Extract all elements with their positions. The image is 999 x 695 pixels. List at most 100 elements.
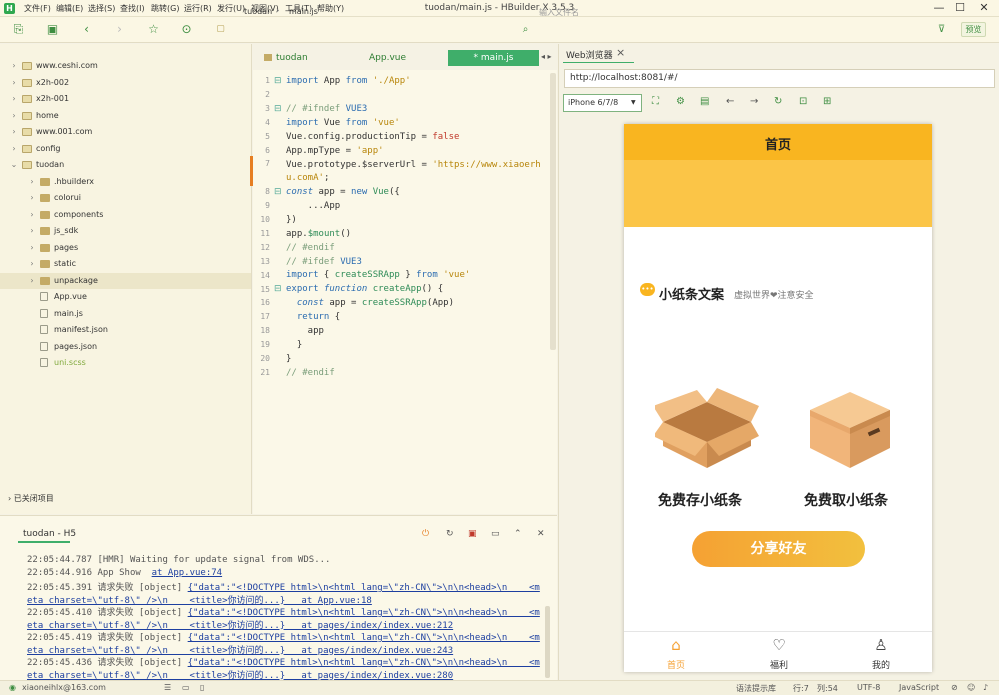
- chevron-right-icon[interactable]: ›: [28, 240, 36, 256]
- tree-item[interactable]: › www.ceshi.com: [0, 58, 251, 74]
- closed-box-icon[interactable]: [806, 384, 894, 470]
- chevron-right-icon[interactable]: ›: [10, 75, 18, 91]
- stop-icon[interactable]: ⏻: [422, 529, 429, 539]
- fold-icon[interactable]: ⊟: [274, 187, 282, 197]
- qrcode-icon[interactable]: ⊞: [823, 96, 831, 107]
- console-settings-icon[interactable]: ▭: [491, 529, 500, 539]
- feedback-icon[interactable]: ☺: [967, 683, 975, 692]
- tree-item[interactable]: › unpackage: [0, 272, 251, 289]
- gear-icon[interactable]: ⚙: [676, 96, 685, 107]
- share-button[interactable]: 分享好友: [692, 531, 865, 567]
- chevron-right-icon[interactable]: ›: [10, 58, 18, 74]
- lock-icon[interactable]: ⊡: [799, 96, 807, 107]
- tree-item[interactable]: App.vue: [0, 289, 251, 305]
- maximize-icon[interactable]: ☐: [952, 1, 968, 15]
- fold-icon[interactable]: ⊟: [274, 76, 282, 86]
- list-icon[interactable]: ☰: [164, 683, 171, 692]
- open-box-icon[interactable]: [655, 384, 759, 470]
- filter-icon[interactable]: ⊽: [933, 21, 950, 38]
- chevron-right-icon[interactable]: ›: [28, 256, 36, 272]
- console-link[interactable]: {"data":"<!DOCTYPE html>\n<html lang=\"z…: [188, 583, 540, 593]
- user-avatar-icon[interactable]: ◉: [9, 683, 16, 692]
- chevron-right-icon[interactable]: ›: [28, 174, 36, 190]
- tab-welfare[interactable]: 福利: [749, 658, 809, 671]
- clear-icon[interactable]: ▣: [468, 529, 477, 539]
- tab-mine[interactable]: 我的: [851, 658, 911, 671]
- back-icon[interactable]: ‹: [78, 21, 95, 38]
- tree-item[interactable]: › x2h-001: [0, 91, 251, 107]
- back-arrow-icon[interactable]: ←: [726, 96, 734, 107]
- save-icon[interactable]: ▣: [44, 21, 61, 38]
- tree-item[interactable]: ⌄ tuodan: [0, 157, 251, 173]
- chevron-right-icon[interactable]: ›: [10, 91, 18, 107]
- close-tab-icon[interactable]: ×: [616, 46, 625, 59]
- collapse-icon[interactable]: ⌃: [514, 529, 522, 539]
- chevron-right-icon[interactable]: ›: [28, 223, 36, 239]
- tab-scroll-arrows[interactable]: ◂ ▸: [541, 52, 552, 61]
- chevron-right-icon[interactable]: ›: [10, 108, 18, 124]
- tab-main-js[interactable]: * main.js: [448, 50, 539, 66]
- minimize-icon[interactable]: —: [931, 1, 947, 15]
- window-icon[interactable]: ▯: [200, 683, 204, 692]
- console-link[interactable]: eta charset=\"utf-8\" />\n <title>你访问的..…: [27, 621, 453, 631]
- chevron-right-icon[interactable]: ›: [28, 207, 36, 223]
- chevron-right-icon[interactable]: ›: [28, 190, 36, 206]
- console-close-icon[interactable]: ✕: [537, 529, 545, 539]
- tree-item[interactable]: › home: [0, 108, 251, 124]
- user-account[interactable]: xiaoneihlx@163.com: [22, 683, 106, 692]
- editor-scrollbar[interactable]: [550, 73, 556, 350]
- tree-item[interactable]: › .hbuilderx: [0, 174, 251, 190]
- tree-item[interactable]: manifest.json: [0, 322, 251, 338]
- restart-icon[interactable]: ↻: [446, 529, 454, 539]
- favorite-icon[interactable]: ☆: [145, 21, 162, 38]
- tree-item[interactable]: › x2h-002: [0, 75, 251, 91]
- tree-item[interactable]: › static: [0, 256, 251, 272]
- screenshot-icon[interactable]: ⛶: [652, 96, 659, 107]
- chevron-right-icon[interactable]: ›: [28, 273, 36, 289]
- devtools-icon[interactable]: ▤: [700, 96, 709, 107]
- forward-arrow-icon[interactable]: →: [750, 96, 758, 107]
- chevron-right-icon[interactable]: ›: [10, 141, 18, 157]
- encoding[interactable]: UTF-8: [857, 683, 880, 692]
- closed-projects-link[interactable]: › 已关闭项目: [8, 493, 54, 504]
- tab-home[interactable]: 首页: [646, 658, 706, 671]
- tree-item[interactable]: › colorui: [0, 190, 251, 206]
- store-note-label[interactable]: 免费存小纸条: [658, 490, 742, 510]
- tab-app-vue[interactable]: App.vue: [369, 53, 406, 63]
- tree-item[interactable]: › js_sdk: [0, 223, 251, 239]
- fold-icon[interactable]: ⊟: [274, 284, 282, 294]
- console-link[interactable]: {"data":"<!DOCTYPE html>\n<html lang=\"z…: [188, 608, 540, 618]
- tree-item[interactable]: main.js: [0, 306, 251, 322]
- new-file-icon[interactable]: ⎘: [10, 21, 27, 38]
- console-link[interactable]: at App.vue:74: [152, 568, 222, 578]
- forward-icon[interactable]: ›: [111, 21, 128, 38]
- chevron-right-icon[interactable]: ›: [10, 124, 18, 140]
- take-note-label[interactable]: 免费取小纸条: [804, 490, 888, 510]
- console-link[interactable]: eta charset=\"utf-8\" />\n <title>你访问的..…: [27, 596, 372, 606]
- bell-icon[interactable]: ♪: [983, 683, 988, 692]
- tree-item[interactable]: › www.001.com: [0, 124, 251, 140]
- console-scrollbar[interactable]: [545, 606, 550, 678]
- console-link[interactable]: {"data":"<!DOCTYPE html>\n<html lang=\"z…: [188, 658, 540, 668]
- language-mode[interactable]: JavaScript: [899, 683, 939, 692]
- url-input[interactable]: http://localhost:8081/#/: [564, 69, 995, 88]
- run-icon[interactable]: ⊙: [178, 21, 195, 38]
- fold-icon[interactable]: ⊟: [274, 104, 282, 114]
- breadcrumb-file[interactable]: main.js: [289, 7, 318, 16]
- tree-item[interactable]: › pages: [0, 240, 251, 256]
- file-search-input[interactable]: 输入文件名: [539, 7, 579, 18]
- browser-tab[interactable]: Web浏览器: [566, 48, 613, 61]
- tree-item[interactable]: pages.json: [0, 339, 251, 355]
- syntax-hint[interactable]: 语法提示库: [736, 683, 776, 694]
- close-icon[interactable]: ✕: [976, 1, 992, 15]
- console-link[interactable]: {"data":"<!DOCTYPE html>\n<html lang=\"z…: [188, 633, 540, 643]
- notification-icon[interactable]: ⊘: [951, 683, 958, 692]
- console-link[interactable]: eta charset=\"utf-8\" />\n <title>你访问的..…: [27, 646, 453, 656]
- chevron-down-icon[interactable]: ⌄: [10, 157, 18, 173]
- refresh-icon[interactable]: ↻: [774, 96, 782, 107]
- preview-button[interactable]: 预览: [961, 22, 986, 37]
- user-icon[interactable]: ♙: [851, 636, 911, 654]
- home-icon[interactable]: ⌂: [646, 636, 706, 654]
- heart-icon[interactable]: ♡: [749, 636, 809, 654]
- breadcrumb-project[interactable]: tuodan: [244, 7, 272, 16]
